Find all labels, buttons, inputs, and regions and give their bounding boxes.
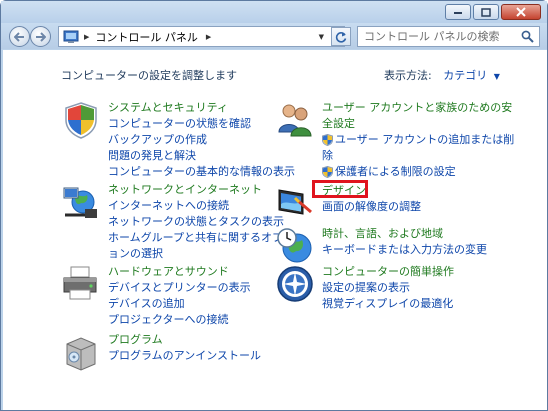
- breadcrumb-separator-icon: ▶: [205, 32, 212, 41]
- category-ease-of-access: コンピューターの簡単操作 設定の提案の表示 視覚ディスプレイの最適化: [275, 264, 495, 320]
- view-by-control[interactable]: 表示方法: カテゴリ ▼: [384, 67, 500, 83]
- link-optimize-visual-display[interactable]: 視覚ディスプレイの最適化: [322, 297, 453, 311]
- programs-box-icon: [66, 337, 96, 371]
- navigation-bar: ▶ コントロール パネル ▶ ▼: [1, 23, 547, 49]
- uac-shield-icon: [322, 166, 333, 178]
- link-adjust-resolution[interactable]: 画面の解像度の調整: [322, 200, 421, 214]
- category-title-ease[interactable]: コンピューターの簡単操作: [322, 265, 454, 279]
- window-controls: [445, 4, 541, 20]
- close-icon: [516, 7, 526, 17]
- breadcrumb-control-panel[interactable]: コントロール パネル: [95, 29, 198, 45]
- refresh-icon: [335, 31, 347, 43]
- link-add-device[interactable]: デバイスの追加: [108, 297, 185, 311]
- control-panel-window: ▶ コントロール パネル ▶ ▼ コンピューターの設定を調整します 表示方法: …: [0, 0, 548, 411]
- category-programs: プログラム プログラムのアンインストール: [61, 332, 281, 372]
- printer-icon: [63, 266, 97, 300]
- category-clock-language-region: 時計、言語、および地域 キーボードまたは入力方法の変更: [275, 226, 495, 266]
- link-get-recommendations[interactable]: 設定の提案の表示: [322, 281, 410, 295]
- link-find-fix-problems[interactable]: 問題の発見と解決: [108, 149, 196, 163]
- category-appearance: デザイン 画面の解像度の調整: [275, 182, 495, 222]
- category-network-internet: ネットワークとインターネット インターネットへの接続 ネットワークの状態とタスク…: [61, 182, 294, 262]
- link-change-keyboard[interactable]: キーボードまたは入力方法の変更: [322, 243, 487, 257]
- search-icon[interactable]: [521, 30, 534, 43]
- ease-of-access-icon: [277, 266, 313, 302]
- close-button[interactable]: [501, 4, 541, 20]
- back-arrow-icon: [14, 31, 24, 42]
- title-bar: [1, 1, 547, 23]
- link-homegroup-sharing[interactable]: ホームグループと共有に関するオプシ: [108, 231, 294, 245]
- view-by-value[interactable]: カテゴリ: [443, 69, 487, 82]
- category-user-accounts: ユーザー アカウントと家族のための安 全設定 ユーザー アカウントの追加または削…: [275, 100, 514, 179]
- page-title: コンピューターの設定を調整します: [61, 69, 237, 82]
- search-box[interactable]: [357, 26, 540, 47]
- maximize-button[interactable]: [473, 4, 499, 20]
- address-bar[interactable]: ▶ コントロール パネル ▶ ▼: [58, 26, 345, 47]
- minimize-button[interactable]: [445, 4, 471, 20]
- link-parental-controls[interactable]: 保護者による制限の設定: [335, 165, 456, 179]
- content-area: コンピューターの設定を調整します 表示方法: カテゴリ ▼ システムとセキュリテ…: [3, 50, 547, 410]
- highlight-annotation-box: [312, 180, 368, 198]
- maximize-icon: [481, 7, 491, 17]
- minimize-icon: [454, 12, 462, 14]
- display-personalize-icon: [278, 189, 312, 215]
- link-homegroup-sharing-cont[interactable]: ョンの選択: [108, 247, 163, 261]
- link-network-status-tasks[interactable]: ネットワークの状態とタスクの表示: [108, 215, 284, 229]
- address-dropdown-icon[interactable]: ▼: [319, 33, 324, 41]
- users-icon: [278, 104, 312, 137]
- link-create-backup[interactable]: バックアップの作成: [108, 133, 207, 147]
- clock-globe-icon: [277, 228, 312, 263]
- shield-icon: [65, 102, 97, 139]
- category-title-programs[interactable]: プログラム: [108, 333, 163, 347]
- forward-button[interactable]: [30, 26, 51, 47]
- link-uninstall-program[interactable]: プログラムのアンインストール: [108, 349, 261, 363]
- control-panel-icon: [63, 30, 79, 43]
- link-connect-internet[interactable]: インターネットへの接続: [108, 199, 229, 213]
- link-view-basic-info[interactable]: コンピューターの基本的な情報の表示: [108, 165, 295, 179]
- category-title-users[interactable]: ユーザー アカウントと家族のための安: [322, 101, 512, 115]
- refresh-button[interactable]: [331, 27, 351, 46]
- category-title-users-cont[interactable]: 全設定: [322, 117, 355, 131]
- category-title-clock[interactable]: 時計、言語、および地域: [322, 227, 443, 241]
- network-globe-icon: [63, 187, 97, 218]
- link-connect-projector[interactable]: プロジェクターへの接続: [108, 313, 229, 327]
- category-title-system[interactable]: システムとセキュリティ: [108, 101, 228, 115]
- link-add-remove-user-cont[interactable]: 除: [322, 149, 333, 163]
- uac-shield-icon: [322, 134, 333, 146]
- category-hardware-sound: ハードウェアとサウンド デバイスとプリンターの表示 デバイスの追加 プロジェクタ…: [61, 264, 281, 330]
- link-check-computer-status[interactable]: コンピューターの状態を確認: [108, 117, 251, 131]
- back-button[interactable]: [9, 26, 30, 47]
- link-devices-printers[interactable]: デバイスとプリンターの表示: [108, 281, 251, 295]
- forward-arrow-icon: [36, 31, 46, 42]
- view-by-dropdown-icon[interactable]: ▼: [494, 72, 500, 81]
- view-by-label: 表示方法:: [384, 69, 432, 82]
- search-input[interactable]: [358, 30, 521, 43]
- category-title-hardware[interactable]: ハードウェアとサウンド: [108, 265, 229, 279]
- link-add-remove-user[interactable]: ユーザー アカウントの追加または削: [335, 133, 514, 147]
- breadcrumb-separator-icon: ▶: [84, 32, 90, 41]
- category-system-security: システムとセキュリティ コンピューターの状態を確認 バックアップの作成 問題の発…: [61, 100, 295, 180]
- category-title-network[interactable]: ネットワークとインターネット: [108, 183, 262, 197]
